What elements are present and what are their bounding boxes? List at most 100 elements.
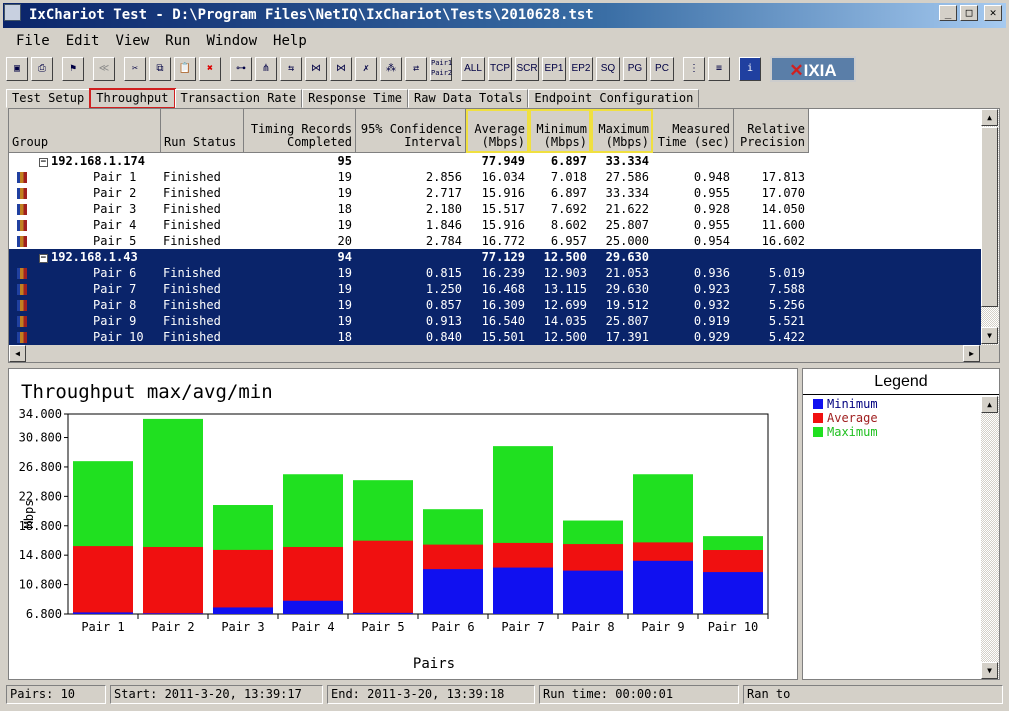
tab-transaction-rate[interactable]: Transaction Rate	[174, 89, 303, 108]
table-row[interactable]: Pair 7 Finished 19 1.250 16.468 13.115 29.630 0…	[9, 281, 981, 297]
minimize-button[interactable]: _	[939, 5, 957, 21]
mesh-icon[interactable]: ⋈	[305, 57, 327, 81]
filter-all-button[interactable]: ALL	[461, 57, 485, 81]
column-header-ci[interactable]: 95% Confidence Interval	[356, 109, 466, 153]
cell-min: 12.699	[543, 298, 587, 312]
group-name[interactable]: −192.168.1.174	[39, 153, 145, 169]
scroll-down-button[interactable]: ▼	[981, 327, 998, 344]
scroll-left-button[interactable]: ◀	[9, 345, 26, 362]
filter-ep2-button[interactable]: EP2	[569, 57, 593, 81]
save-icon[interactable]: ▣	[6, 57, 28, 81]
delete-icon[interactable]: ✖	[199, 57, 221, 81]
table-row[interactable]: Pair 2 Finished 19 2.717 15.916 6.897 33.334 0.…	[9, 185, 981, 201]
group-row[interactable]: −192.168.1.43 94 77.129 12.500 29.630	[9, 249, 981, 265]
vertical-scrollbar[interactable]: ▲ ▼	[981, 109, 999, 345]
column-header-max[interactable]: Maximum (Mbps)	[591, 109, 653, 153]
menu-bar: File Edit View Run Window Help	[8, 31, 315, 51]
collapse-icon[interactable]: −	[39, 158, 48, 167]
grid-icon[interactable]: ⋮	[683, 57, 705, 81]
table-row[interactable]: Pair 9 Finished 19 0.913 16.540 14.035 25.807 0…	[9, 313, 981, 329]
bar-minimum	[353, 612, 413, 614]
group-icon[interactable]: ⁂	[380, 57, 402, 81]
filter-scr-button[interactable]: SCR	[515, 57, 539, 81]
tab-endpoint-configuration[interactable]: Endpoint Configuration	[528, 89, 700, 108]
pair-name: Pair 7	[93, 282, 137, 296]
menu-help[interactable]: Help	[265, 31, 315, 51]
tab-raw-data-totals[interactable]: Raw Data Totals	[408, 89, 529, 108]
legend-scrollbar[interactable]: ▲ ▼	[981, 396, 999, 679]
copy-icon[interactable]: ⧉	[149, 57, 171, 81]
column-header-time[interactable]: Measured Time (sec)	[653, 109, 734, 153]
y-tick-label: 14.800	[19, 548, 62, 562]
cell-ci: 0.857	[425, 298, 462, 312]
pair-icon	[17, 220, 27, 231]
bar-minimum	[213, 607, 273, 614]
pair-button[interactable]: Pair1 Pair2	[430, 57, 452, 81]
maximize-button[interactable]: □	[960, 5, 978, 21]
filter-pg-button[interactable]: PG	[623, 57, 647, 81]
scroll-thumb[interactable]	[981, 127, 998, 307]
cell-min: 7.018	[550, 170, 587, 184]
cell-max: 17.391	[605, 330, 649, 344]
remove-pair-icon[interactable]: ✗	[355, 57, 377, 81]
run-status: Finished	[163, 314, 221, 328]
filter-tcp-button[interactable]: TCP	[488, 57, 512, 81]
scroll-up-button[interactable]: ▲	[981, 109, 998, 126]
column-header-min[interactable]: Minimum (Mbps)	[529, 109, 591, 153]
table-row[interactable]: Pair 10 Finished 18 0.840 15.501 12.500 17.391…	[9, 329, 981, 345]
cell-ci: 1.250	[425, 282, 462, 296]
close-button[interactable]: ✕	[984, 5, 1002, 21]
x-tick-label: Pair 5	[361, 620, 404, 634]
cell-max: 29.630	[605, 250, 649, 264]
table-row[interactable]: Pair 3 Finished 18 2.180 15.517 7.692 21.622 0.…	[9, 201, 981, 217]
legend-swatch	[813, 399, 823, 409]
table-row[interactable]: Pair 5 Finished 20 2.784 16.772 6.957 25.000 0.…	[9, 233, 981, 249]
tab-test-setup[interactable]: Test Setup	[6, 89, 91, 108]
menu-file[interactable]: File	[8, 31, 58, 51]
add-pair-icon[interactable]: ⊶	[230, 57, 252, 81]
column-header-prec[interactable]: Relative Precision	[734, 109, 809, 153]
menu-edit[interactable]: Edit	[58, 31, 108, 51]
column-header-status[interactable]: Run Status	[161, 109, 244, 153]
stop-icon[interactable]: ≪	[93, 57, 115, 81]
legend-label: Maximum	[827, 425, 878, 439]
tab-response-time[interactable]: Response Time	[302, 89, 409, 108]
filter-ep1-button[interactable]: EP1	[542, 57, 566, 81]
table-row[interactable]: Pair 6 Finished 19 0.815 16.239 12.903 21.053 0…	[9, 265, 981, 281]
edit-pair-icon[interactable]: ⇆	[280, 57, 302, 81]
collapse-icon[interactable]: −	[39, 254, 48, 263]
table-row[interactable]: Pair 4 Finished 19 1.846 15.916 8.602 25.807 0.…	[9, 217, 981, 233]
table-row[interactable]: Pair 1 Finished 19 2.856 16.034 7.018 27.586 0.…	[9, 169, 981, 185]
menu-window[interactable]: Window	[198, 31, 265, 51]
print-icon[interactable]: ⎙	[31, 57, 53, 81]
scroll-right-button[interactable]: ▶	[963, 345, 980, 362]
run-icon[interactable]: ⚑	[62, 57, 84, 81]
swap-icon[interactable]: ⇄	[405, 57, 427, 81]
info-icon[interactable]: i	[739, 57, 761, 81]
legend-scroll-up[interactable]: ▲	[981, 396, 998, 413]
cell-ci: 1.846	[425, 218, 462, 232]
filter-pc-button[interactable]: PC	[650, 57, 674, 81]
table-row[interactable]: Pair 8 Finished 19 0.857 16.309 12.699 19.512 0…	[9, 297, 981, 313]
horizontal-scrollbar[interactable]: ◀ ▶	[9, 345, 999, 362]
group-name[interactable]: −192.168.1.43	[39, 249, 138, 265]
legend-scroll-down[interactable]: ▼	[981, 662, 998, 679]
pair-name: Pair 4	[93, 218, 137, 232]
paste-icon[interactable]: 📋	[174, 57, 196, 81]
cell-records: 19	[337, 282, 352, 296]
run-status: Finished	[163, 282, 221, 296]
menu-run[interactable]: Run	[157, 31, 198, 51]
cell-ci: 0.913	[425, 314, 462, 328]
legend-item: Maximum	[813, 425, 989, 439]
column-header-avg[interactable]: Average (Mbps)	[466, 109, 529, 153]
column-header-group[interactable]: Group	[9, 109, 161, 153]
column-header-records[interactable]: Timing Records Completed	[244, 109, 356, 153]
multicast-icon[interactable]: ⋔	[255, 57, 277, 81]
tab-throughput[interactable]: Throughput	[89, 88, 176, 109]
mesh2-icon[interactable]: ⋈	[330, 57, 352, 81]
menu-view[interactable]: View	[107, 31, 157, 51]
list-icon[interactable]: ≡	[708, 57, 730, 81]
cut-icon[interactable]: ✂	[124, 57, 146, 81]
group-row[interactable]: −192.168.1.174 95 77.949 6.897 33.334	[9, 153, 981, 169]
filter-sq-button[interactable]: SQ	[596, 57, 620, 81]
